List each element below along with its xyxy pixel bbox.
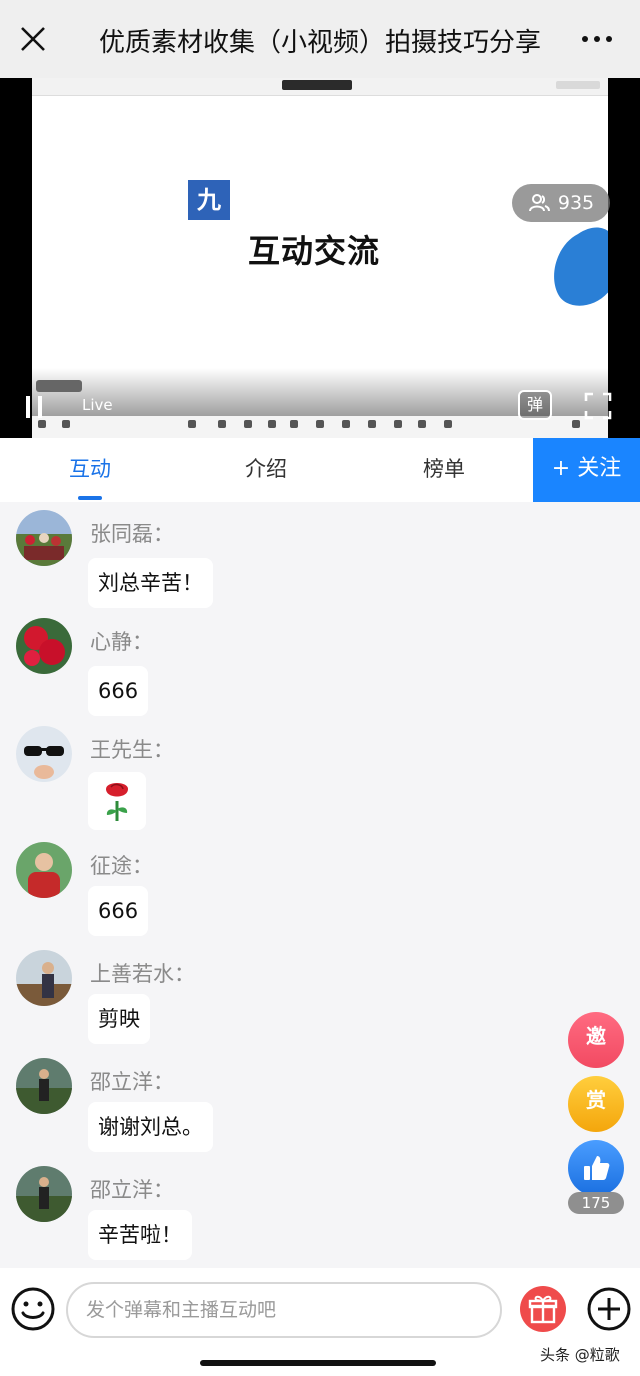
watermark: 头条 @粒歌 (540, 1346, 620, 1364)
tab-bar: 互动 介绍 榜单 + 关注 (0, 438, 640, 502)
avatar[interactable] (16, 1058, 72, 1114)
reward-label: 赏 (586, 1088, 606, 1112)
tab-ranking[interactable]: 榜单 (384, 438, 504, 502)
viewer-count: 935 (557, 192, 595, 214)
message-bubble: 刘总辛苦！ (88, 558, 213, 608)
recording-badge (36, 380, 82, 392)
message-bubble: 剪映 (88, 994, 150, 1044)
comment-bar: 发个弹幕和主播互动吧 头条 @粒歌 (0, 1268, 640, 1376)
close-icon[interactable] (18, 24, 48, 54)
message-bubble: 666 (88, 666, 149, 716)
invite-label: 邀 (586, 1024, 606, 1048)
username: 心静： (90, 630, 153, 654)
live-label: Live (82, 396, 113, 414)
message-bubble: 辛苦啦！ (88, 1210, 192, 1260)
plus-icon[interactable] (586, 1286, 632, 1332)
avatar[interactable] (16, 1166, 72, 1222)
follow-button[interactable]: + 关注 (533, 438, 640, 502)
like-count: 175 (568, 1192, 624, 1214)
tab-introduction[interactable]: 介绍 (206, 438, 326, 502)
avatar[interactable] (16, 950, 72, 1006)
avatar[interactable] (16, 842, 72, 898)
active-tab-indicator (78, 496, 102, 500)
message-bubble (88, 772, 146, 830)
avatar[interactable] (16, 618, 72, 674)
home-indicator[interactable] (200, 1360, 436, 1366)
live-video-player[interactable]: 九 互动交流 935 Live 弹 (0, 78, 640, 438)
username: 邵立洋： (90, 1178, 174, 1202)
fullscreen-icon[interactable] (584, 392, 612, 420)
username: 王先生： (90, 738, 174, 762)
more-icon[interactable] (582, 36, 612, 42)
message-bubble: 666 (88, 886, 149, 936)
pause-icon[interactable] (26, 396, 48, 418)
message-bubble: 谢谢刘总。 (88, 1102, 213, 1152)
username: 张同磊： (90, 522, 174, 546)
invite-button[interactable]: 邀 (568, 1012, 624, 1068)
danmaku-toggle-icon[interactable]: 弹 (518, 390, 552, 420)
shared-screen-bar (32, 78, 608, 96)
reward-button[interactable]: 赏 (568, 1076, 624, 1132)
like-button[interactable] (568, 1140, 624, 1196)
decorative-blob-icon (554, 227, 608, 306)
tab-interaction[interactable]: 互动 (30, 438, 150, 502)
username: 上善若水： (90, 962, 195, 986)
slide-heading: 互动交流 (248, 232, 381, 270)
username: 邵立洋： (90, 1070, 174, 1094)
username: 征途： (90, 854, 153, 878)
users-icon (528, 194, 550, 212)
rose-icon (106, 783, 128, 821)
emoji-icon[interactable] (10, 1286, 56, 1332)
section-number-badge: 九 (188, 180, 230, 220)
avatar[interactable] (16, 510, 72, 566)
page-title: 优质素材收集（小视频）拍摄技巧分享 (98, 28, 541, 58)
top-bar: 优质素材收集（小视频）拍摄技巧分享 (0, 0, 640, 78)
gift-icon[interactable] (520, 1286, 566, 1332)
viewer-count-pill: 935 (512, 184, 610, 222)
thumbs-up-icon (584, 1156, 610, 1180)
comment-input[interactable]: 发个弹幕和主播互动吧 (66, 1282, 502, 1338)
chat-list[interactable]: 张同磊： 刘总辛苦！ 心静： 666 王先生： 征途： 666 上善若水： 剪映… (0, 502, 640, 1268)
avatar[interactable] (16, 726, 72, 782)
